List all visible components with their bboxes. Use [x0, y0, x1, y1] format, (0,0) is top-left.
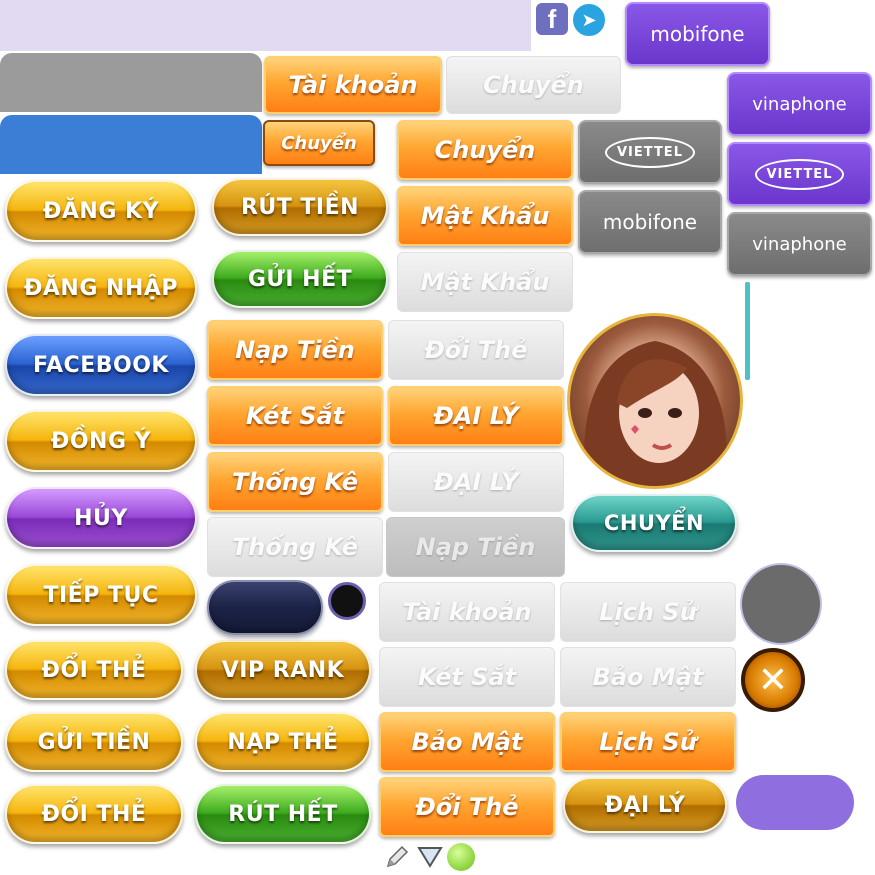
cancel-button[interactable]: HỦY: [5, 487, 197, 549]
register-button[interactable]: ĐĂNG KÝ: [5, 180, 197, 242]
tab-doi-the[interactable]: Đổi Thẻ: [379, 777, 555, 837]
tab-ket-sat-inactive[interactable]: Két Sắt: [379, 647, 555, 707]
gray-panel: [0, 53, 262, 112]
tab-lich-su[interactable]: Lịch Sử: [560, 712, 736, 772]
viettel-card[interactable]: VIETTEL: [578, 120, 722, 184]
tab-mat-khau-inactive[interactable]: Mật Khẩu: [397, 252, 573, 312]
green-dot-icon: [447, 843, 475, 871]
tab-ket-sat[interactable]: Két Sắt: [207, 386, 383, 446]
triangle-down-icon[interactable]: [417, 845, 443, 869]
tab-thong-ke-inactive[interactable]: Thống Kê: [207, 517, 383, 577]
tab-nap-tien-inactive[interactable]: Nạp Tiền: [386, 517, 565, 577]
tab-doi-the-inactive[interactable]: Đổi Thẻ: [388, 320, 564, 380]
facebook-icon[interactable]: f: [536, 3, 568, 35]
lilac-pill: [736, 775, 854, 830]
login-button[interactable]: ĐĂNG NHẬP: [5, 257, 197, 319]
scroll-indicator: [745, 282, 750, 380]
viettel-card-active[interactable]: VIETTEL: [727, 142, 872, 206]
viettel-logo: VIETTEL: [754, 158, 845, 190]
tab-thong-ke[interactable]: Thống Kê: [207, 452, 383, 512]
pencil-icon[interactable]: [384, 844, 410, 870]
transfer-button[interactable]: CHUYỂN: [571, 494, 737, 552]
telegram-icon[interactable]: ➤: [571, 2, 607, 38]
avatar[interactable]: [567, 313, 743, 489]
dark-toggle-track[interactable]: [207, 580, 323, 635]
gray-circle-placeholder: [740, 563, 822, 645]
lavender-bar: [0, 0, 531, 51]
agent-button[interactable]: ĐẠI LÝ: [563, 777, 727, 833]
mobifone-card[interactable]: mobifone: [578, 190, 722, 254]
tab-lich-su-inactive[interactable]: Lịch Sử: [560, 582, 736, 642]
tab-dai-ly[interactable]: ĐẠI LÝ: [388, 386, 564, 446]
mobifone-card-active[interactable]: mobifone: [625, 2, 770, 66]
continue-button[interactable]: TIẾP TỤC: [5, 564, 197, 626]
character-portrait-icon: [584, 341, 727, 486]
facebook-login-button[interactable]: FACEBOOK: [5, 334, 197, 396]
viettel-logo: VIETTEL: [605, 136, 695, 168]
deposit-button[interactable]: GỬI TIỀN: [5, 712, 183, 772]
tab-chuyen-inactive[interactable]: Chuyển: [446, 56, 621, 114]
vip-rank-button[interactable]: VIP RANK: [195, 640, 371, 700]
blue-panel: [0, 115, 262, 174]
close-icon[interactable]: ✕: [741, 648, 805, 712]
tab-tai-khoan[interactable]: Tài khoản: [264, 56, 442, 114]
tab-chuyen[interactable]: Chuyển: [397, 120, 573, 180]
topup-card-button[interactable]: NẠP THẺ: [195, 712, 371, 772]
withdraw-button[interactable]: RÚT TIỀN: [212, 178, 388, 236]
exchange-card-button[interactable]: ĐỔI THẺ: [5, 640, 183, 700]
tab-bao-mat-inactive[interactable]: Bảo Mật: [560, 647, 736, 707]
withdraw-all-button[interactable]: RÚT HẾT: [195, 784, 371, 844]
tab-mat-khau[interactable]: Mật Khẩu: [397, 186, 573, 246]
agree-button[interactable]: ĐỒNG Ý: [5, 410, 197, 472]
tab-tai-khoan-inactive[interactable]: Tài khoản: [379, 582, 555, 642]
vinaphone-card-active[interactable]: vinaphone: [727, 72, 872, 136]
tab-dai-ly-inactive[interactable]: ĐẠI LÝ: [388, 452, 564, 512]
send-all-button[interactable]: GỬI HẾT: [212, 250, 388, 308]
exchange-card-button-2[interactable]: ĐỔI THẺ: [5, 784, 183, 844]
small-chuyen-button[interactable]: Chuyển: [263, 120, 375, 166]
vinaphone-card[interactable]: vinaphone: [727, 212, 872, 276]
tab-bao-mat[interactable]: Bảo Mật: [379, 712, 555, 772]
toggle-knob[interactable]: [328, 582, 366, 620]
tab-nap-tien[interactable]: Nạp Tiền: [207, 320, 383, 380]
